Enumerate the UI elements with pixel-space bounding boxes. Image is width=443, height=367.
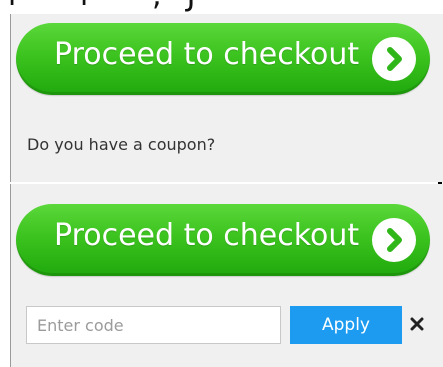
coupon-prompt-link[interactable]: Do you have a coupon?	[27, 135, 215, 154]
checkout-button-label: Proceed to checkout	[54, 37, 360, 72]
proceed-to-checkout-button[interactable]: Proceed to checkout	[16, 204, 430, 276]
proceed-to-checkout-button[interactable]: Proceed to checkout	[16, 23, 430, 95]
coupon-code-input[interactable]	[26, 306, 281, 344]
close-icon[interactable]	[406, 312, 428, 336]
chevron-right-circle-icon	[372, 218, 416, 262]
checkout-button-label: Proceed to checkout	[54, 218, 360, 253]
page: r r , J | Proceed to checkout Do you hav…	[0, 0, 443, 367]
apply-coupon-button[interactable]: Apply	[290, 306, 402, 344]
chevron-right-circle-icon	[372, 37, 416, 81]
clipped-heading-text: r r , J |	[0, 0, 443, 14]
